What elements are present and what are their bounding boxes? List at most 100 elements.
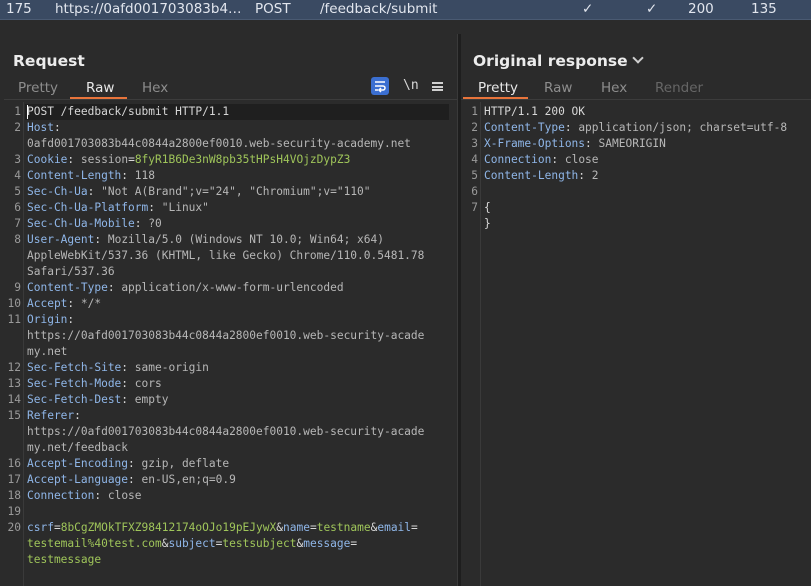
line-number: 3: [14, 153, 21, 166]
line-number: 20: [7, 521, 21, 534]
code-line: 5 Sec-Ch-Ua: "Not A(Brand";v="24", "Chrom…: [4, 184, 457, 200]
line-text: 0afd001703083b44c0844a2800ef0010.web-sec…: [27, 137, 411, 150]
line-number: 6: [14, 201, 21, 214]
line-text: Origin:: [27, 313, 75, 326]
request-editor[interactable]: 1 POST /feedback/submit HTTP/1.1 2 Host: 0af…: [4, 102, 457, 586]
tab-raw[interactable]: Raw: [544, 80, 572, 96]
history-row-url: /feedback/submit: [320, 1, 438, 17]
line-text: my.net: [27, 345, 68, 358]
request-tabs: Pretty Raw Hex: [4, 77, 457, 100]
response-tabs: Pretty Raw Hex Render: [461, 77, 811, 100]
code-line: 7{: [461, 200, 811, 216]
line-text: Connection: close: [27, 489, 142, 502]
line-number: 10: [7, 297, 21, 310]
code-line: 17 Accept-Language: en-US,en;q=0.9: [4, 472, 457, 488]
code-line: 3 Cookie: session=8fyR1B6De3nW8pb35tHPsH4…: [4, 152, 457, 168]
code-line: https://0afd001703083b44c0844a2800ef0010…: [4, 328, 457, 344]
line-number: 3: [471, 137, 478, 150]
code-line: 4 Content-Length: 118: [4, 168, 457, 184]
code-line: my.net/feedback: [4, 440, 457, 456]
code-line: 1 HTTP/1.1 200 OK: [461, 104, 811, 120]
line-text: Content-Type: application/json; charset=…: [484, 121, 788, 134]
line-text: AppleWebKit/537.36 (KHTML, like Gecko) C…: [27, 249, 425, 262]
line-number: 13: [7, 377, 21, 390]
line-number: 4: [14, 169, 21, 182]
response-title-text: Original response: [473, 52, 628, 70]
line-text: {: [484, 201, 491, 214]
line-number: 4: [471, 153, 478, 166]
line-number: 8: [14, 233, 21, 246]
line-text: csrf=8bCgZMOkTFXZ98412174oOJo19pEJywX&na…: [27, 521, 418, 534]
code-line: 11 Origin:: [4, 312, 457, 328]
tab-pretty[interactable]: Pretty: [18, 80, 58, 96]
code-line: 14 Sec-Fetch-Dest: empty: [4, 392, 457, 408]
line-text: X-Frame-Options: SAMEORIGIN: [484, 137, 666, 150]
line-text: Content-Type: application/x-www-form-url…: [27, 281, 344, 294]
code-line: 6: [461, 184, 811, 200]
check-icon: ✓: [582, 1, 594, 17]
show-newlines-button[interactable]: \n: [403, 78, 419, 93]
code-line: 9 Content-Type: application/x-www-form-ur…: [4, 280, 457, 296]
code-line: 5 Content-Length: 2: [461, 168, 811, 184]
line-text: Accept-Language: en-US,en;q=0.9: [27, 473, 236, 486]
history-row-selected[interactable]: 175 https://0afd001703083b44c0844a2800ef…: [0, 0, 811, 20]
line-number: 17: [7, 473, 21, 486]
request-panel: Request Pretty Raw Hex \n 1 POST /feedbac…: [4, 34, 458, 586]
tab-divider: [4, 99, 457, 100]
line-number: 12: [7, 361, 21, 374]
response-panel-title[interactable]: Original response: [473, 52, 644, 70]
tab-hex[interactable]: Hex: [601, 80, 627, 96]
code-line: Safari/537.36: [4, 264, 457, 280]
tab-pretty[interactable]: Pretty: [478, 80, 518, 96]
code-line: 15 Referer:: [4, 408, 457, 424]
line-number: 9: [14, 281, 21, 294]
line-text: Content-Length: 118: [27, 169, 155, 182]
wrap-lines-button[interactable]: [371, 77, 389, 95]
code-line: 20 csrf=8bCgZMOkTFXZ98412174oOJo19pEJywX&…: [4, 520, 457, 536]
line-number: 2: [471, 121, 478, 134]
code-line: 19: [4, 504, 457, 520]
response-editor[interactable]: 1 HTTP/1.1 200 OK 2 Content-Type: applicati…: [461, 102, 811, 586]
wrap-lines-icon: [375, 81, 386, 93]
line-text: Connection: close: [484, 153, 599, 166]
code-line: 4 Connection: close: [461, 152, 811, 168]
line-text: Sec-Ch-Ua-Platform: "Linux": [27, 201, 209, 214]
line-number: 11: [7, 313, 21, 326]
line-number: 19: [7, 505, 21, 518]
code-line: 18 Connection: close: [4, 488, 457, 504]
line-number: 14: [7, 393, 21, 406]
tab-render[interactable]: Render: [655, 80, 703, 96]
code-line: 16 Accept-Encoding: gzip, deflate: [4, 456, 457, 472]
line-text: Content-Length: 2: [484, 169, 599, 182]
code-line: 2 Host:: [4, 120, 457, 136]
code-line: 10 Accept: */*: [4, 296, 457, 312]
line-text: Sec-Fetch-Dest: empty: [27, 393, 169, 406]
code-line: 6 Sec-Ch-Ua-Platform: "Linux": [4, 200, 457, 216]
code-line: 1 POST /feedback/submit HTTP/1.1: [4, 104, 457, 120]
history-row-length: 135: [751, 1, 777, 17]
menu-icon[interactable]: [432, 82, 443, 91]
line-text: testmessage: [27, 553, 102, 566]
line-text: Cookie: session=8fyR1B6De3nW8pb35tHPsH4V…: [27, 153, 351, 166]
history-row-method: POST: [255, 1, 291, 17]
line-text: Safari/537.36: [27, 265, 115, 278]
code-line: 12 Sec-Fetch-Site: same-origin: [4, 360, 457, 376]
code-line: 7 Sec-Ch-Ua-Mobile: ?0: [4, 216, 457, 232]
check-icon: ✓: [646, 1, 658, 17]
tab-divider: [461, 99, 811, 100]
line-number: 7: [471, 201, 478, 214]
code-line: testmessage: [4, 552, 457, 568]
line-text: Accept: */*: [27, 297, 102, 310]
code-line: my.net: [4, 344, 457, 360]
code-line: 0afd001703083b44c0844a2800ef0010.web-sec…: [4, 136, 457, 152]
tab-raw[interactable]: Raw: [86, 80, 114, 96]
line-text: User-Agent: Mozilla/5.0 (Windows NT 10.0…: [27, 233, 384, 246]
code-line: 8 User-Agent: Mozilla/5.0 (Windows NT 10.…: [4, 232, 457, 248]
tab-hex[interactable]: Hex: [142, 80, 168, 96]
line-number: 1: [471, 105, 478, 118]
line-text: testemail%40test.com&subject=testsubject…: [27, 537, 358, 550]
history-row-status: 200: [688, 1, 714, 17]
line-text: my.net/feedback: [27, 441, 129, 454]
line-number: 5: [14, 185, 21, 198]
line-text: Accept-Encoding: gzip, deflate: [27, 457, 230, 470]
